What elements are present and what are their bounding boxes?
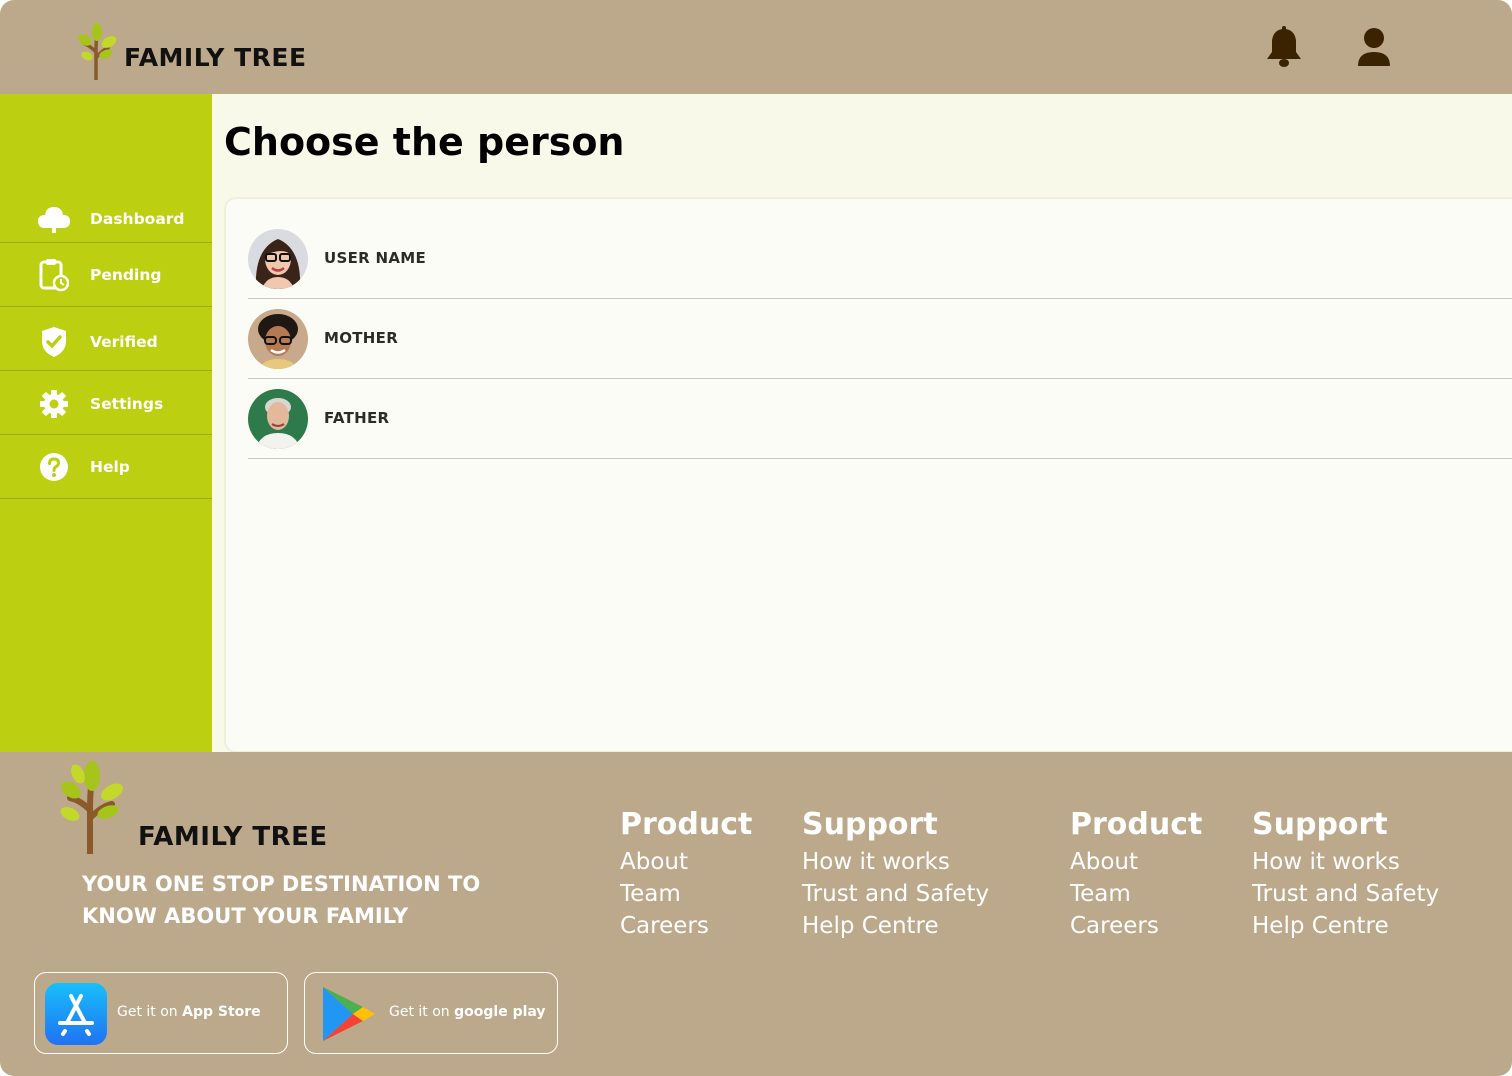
footer-link-trust-and-safety[interactable]: Trust and Safety xyxy=(802,878,989,910)
app-store-button[interactable]: Get it on App Store xyxy=(34,972,288,1054)
bell-icon[interactable] xyxy=(1264,26,1304,68)
gear-icon xyxy=(36,386,72,422)
page-title: Choose the person xyxy=(224,120,625,164)
footer-column-title: Product xyxy=(1070,807,1203,842)
google-play-icon xyxy=(323,987,375,1041)
app-store-label: Get it on App Store xyxy=(117,1004,261,1020)
divider xyxy=(0,370,212,371)
person-name: USER NAME xyxy=(324,249,427,267)
avatar xyxy=(248,389,308,449)
footer-brand-name: FAMILY TREE xyxy=(138,822,328,852)
footer-column-support: Support How it works Trust and Safety He… xyxy=(1252,808,1439,942)
tree-logo-icon xyxy=(60,761,123,854)
sidebar: Dashboard Pending Verified Settings Help xyxy=(0,94,212,752)
footer-link-how-it-works[interactable]: How it works xyxy=(802,846,989,878)
footer-link-team[interactable]: Team xyxy=(1070,878,1202,910)
footer-link-trust-and-safety[interactable]: Trust and Safety xyxy=(1252,878,1439,910)
footer-column-title: Product xyxy=(620,807,753,842)
people-panel: USER NAME MOTHER FATHER xyxy=(224,197,1512,753)
person-row-user[interactable]: USER NAME xyxy=(248,219,1512,299)
app-store-icon xyxy=(45,983,107,1045)
divider xyxy=(0,306,212,307)
main-content: Choose the person USER NAME MOTHER FATHE… xyxy=(212,94,1512,753)
footer-link-about[interactable]: About xyxy=(1070,846,1202,878)
footer-column-product: Product About Team Careers xyxy=(620,808,752,942)
footer-link-help-centre[interactable]: Help Centre xyxy=(802,910,989,942)
footer-column-support: Support How it works Trust and Safety He… xyxy=(802,808,989,942)
footer-link-about[interactable]: About xyxy=(620,846,752,878)
google-play-label: Get it on google play xyxy=(389,1004,546,1020)
divider xyxy=(0,434,212,435)
footer-link-help-centre[interactable]: Help Centre xyxy=(1252,910,1439,942)
top-bar: FAMILY TREE xyxy=(0,0,1512,94)
divider xyxy=(0,242,212,243)
sidebar-item-help[interactable]: Help xyxy=(0,448,212,486)
tree-logo-icon xyxy=(78,23,117,80)
brand-name: FAMILY TREE xyxy=(124,43,307,72)
sidebar-item-settings[interactable]: Settings xyxy=(0,385,212,423)
sidebar-item-verified[interactable]: Verified xyxy=(0,323,212,361)
divider xyxy=(0,498,212,499)
shield-check-icon xyxy=(36,324,72,360)
user-icon[interactable] xyxy=(1354,26,1394,68)
footer-link-team[interactable]: Team xyxy=(620,878,752,910)
footer: FAMILY TREE YOUR ONE STOP DESTINATION TO… xyxy=(0,752,1512,1076)
footer-column-title: Support xyxy=(802,807,938,842)
question-icon xyxy=(36,449,72,485)
footer-column-product: Product About Team Careers xyxy=(1070,808,1202,942)
person-name: MOTHER xyxy=(324,329,399,347)
footer-link-careers[interactable]: Careers xyxy=(1070,910,1202,942)
person-row-mother[interactable]: MOTHER xyxy=(248,299,1512,379)
person-row-father[interactable]: FATHER xyxy=(248,379,1512,459)
footer-column-title: Support xyxy=(1252,807,1388,842)
sidebar-item-pending[interactable]: Pending xyxy=(0,256,212,294)
google-play-button[interactable]: Get it on google play xyxy=(304,972,558,1054)
cloud-icon xyxy=(36,201,72,237)
avatar xyxy=(248,309,308,369)
avatar xyxy=(248,229,308,289)
footer-link-careers[interactable]: Careers xyxy=(620,910,752,942)
footer-link-how-it-works[interactable]: How it works xyxy=(1252,846,1439,878)
footer-tagline: YOUR ONE STOP DESTINATION TO KNOW ABOUT … xyxy=(82,872,481,928)
clipboard-clock-icon xyxy=(36,257,72,293)
brand[interactable]: FAMILY TREE xyxy=(76,20,307,80)
sidebar-item-dashboard[interactable]: Dashboard xyxy=(0,200,212,238)
person-name: FATHER xyxy=(324,409,390,427)
